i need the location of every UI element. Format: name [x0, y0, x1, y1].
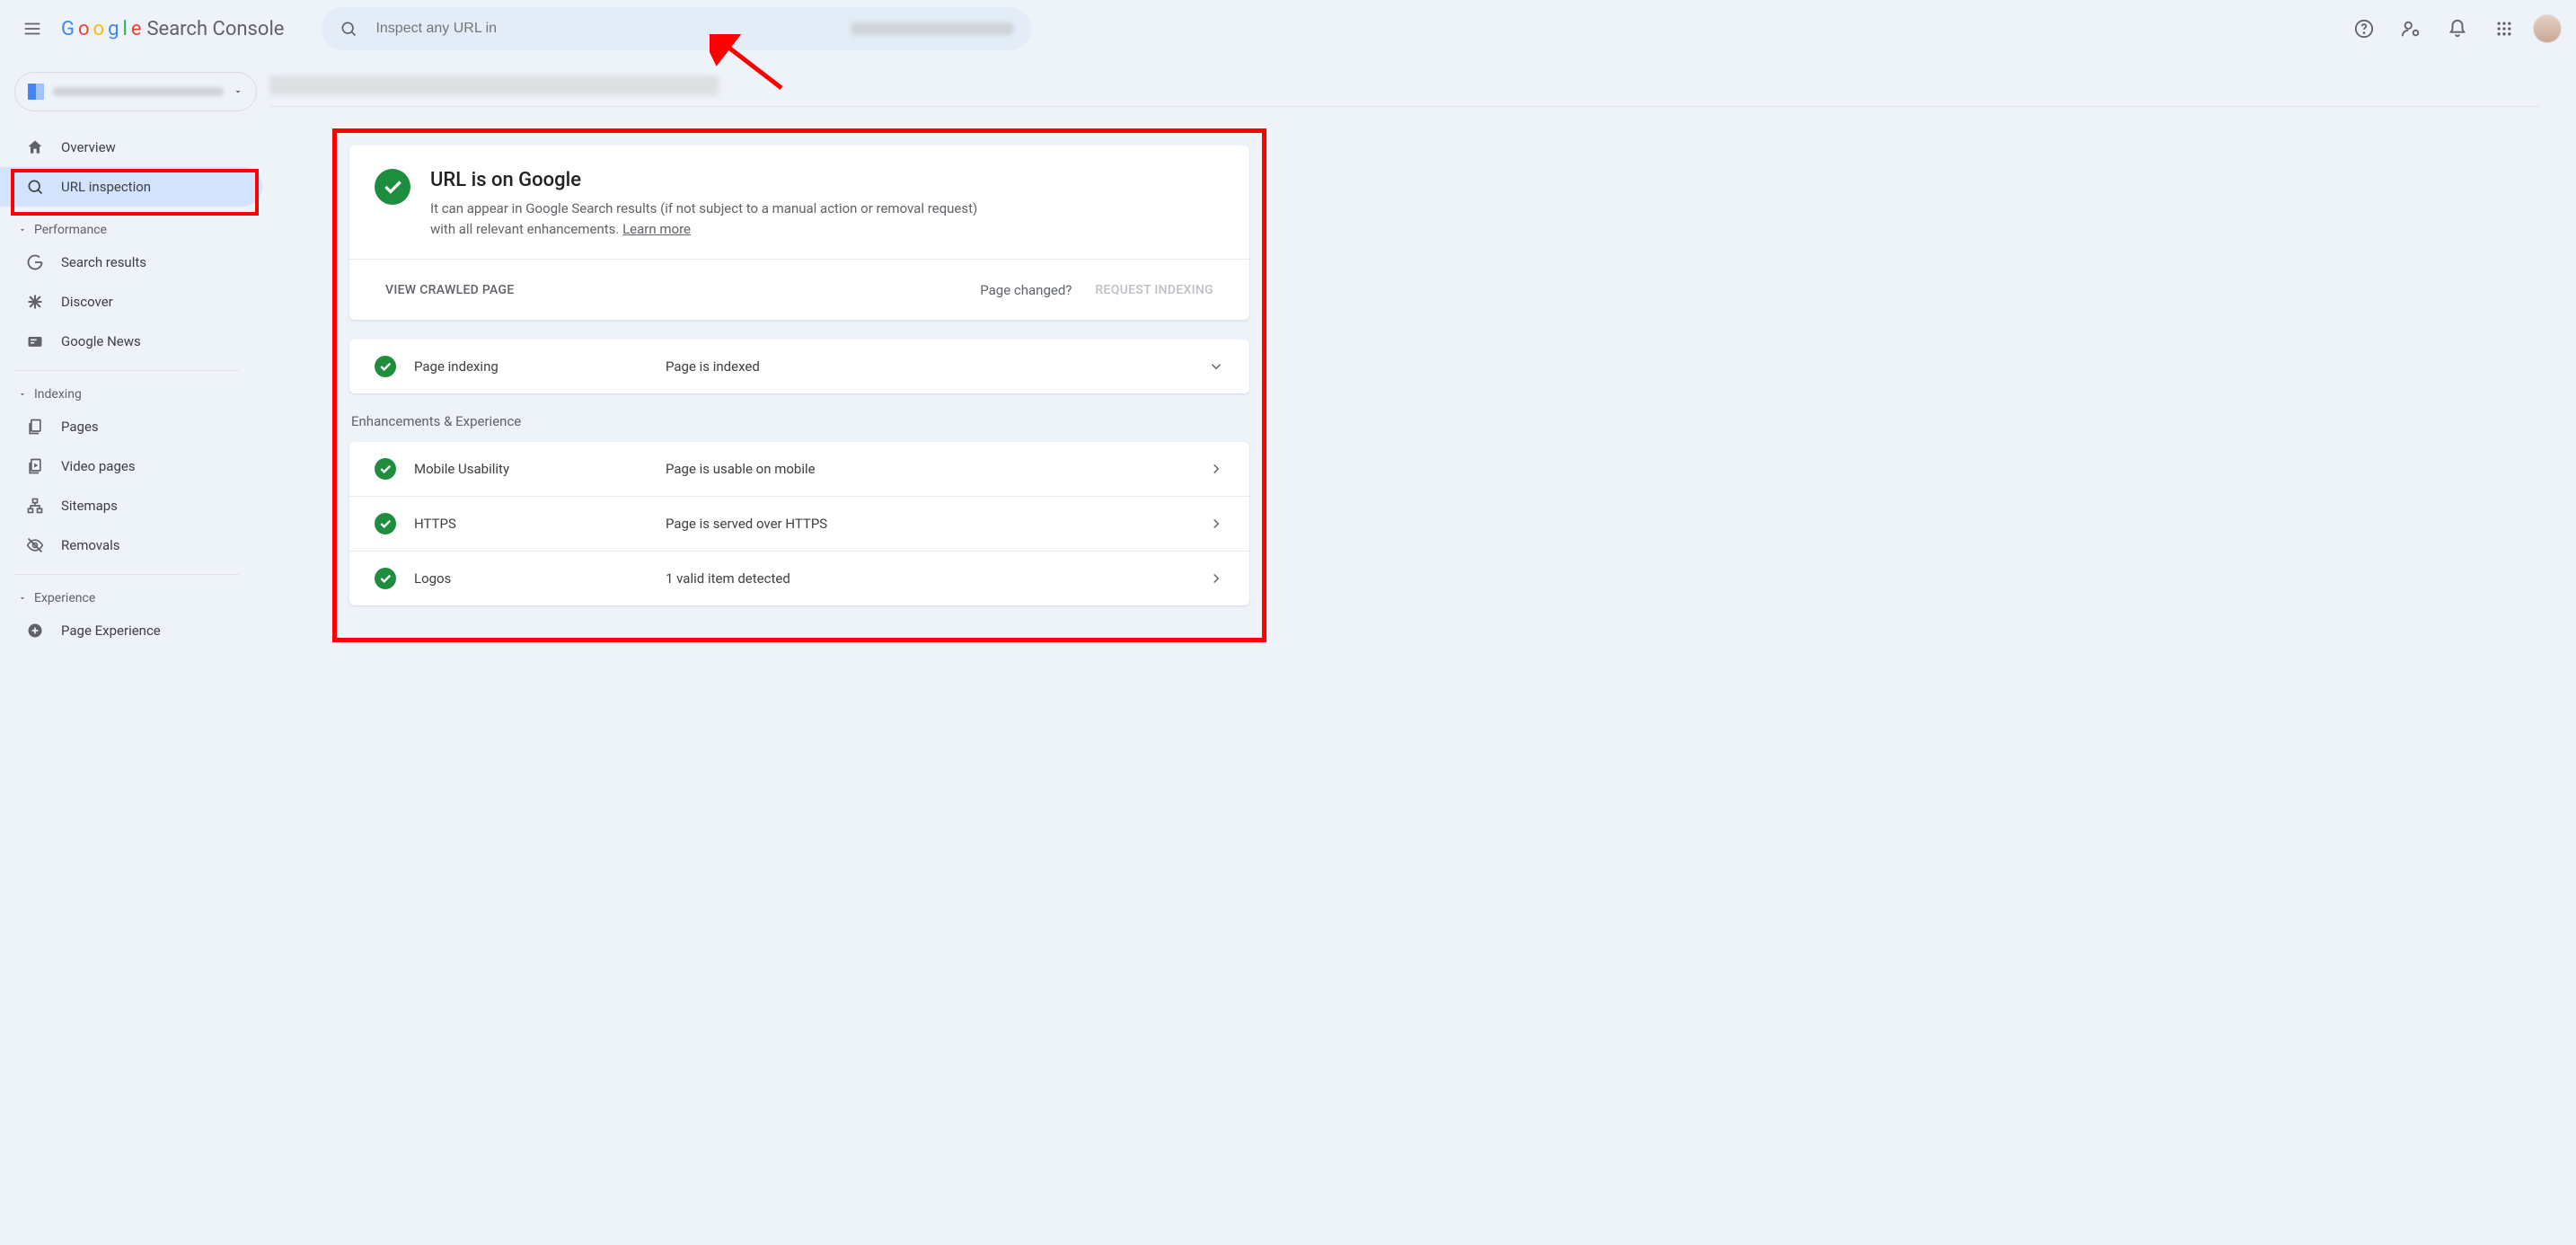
row-value: 1 valid item detected — [666, 570, 1190, 587]
status-check-icon — [375, 169, 410, 205]
section-experience[interactable]: Experience — [14, 580, 262, 611]
nav-label: Page Experience — [61, 622, 161, 639]
status-title: URL is on Google — [430, 169, 1005, 191]
nav-url-inspection[interactable]: URL inspection — [0, 167, 262, 207]
visibility-off-icon — [26, 536, 44, 554]
view-crawled-page-button[interactable]: VIEW CRAWLED PAGE — [371, 274, 529, 306]
row-label: HTTPS — [414, 516, 648, 532]
asterisk-icon — [26, 293, 44, 311]
url-search-box[interactable] — [322, 7, 1031, 50]
nav-page-experience[interactable]: Page Experience — [0, 611, 262, 650]
nav-google-news[interactable]: Google News — [0, 322, 262, 361]
check-icon — [378, 359, 393, 374]
https-row[interactable]: HTTPS Page is served over HTTPS — [349, 496, 1249, 551]
row-label: Logos — [414, 570, 648, 587]
circle-plus-icon — [26, 622, 44, 640]
request-indexing-button[interactable]: REQUEST INDEXING — [1081, 274, 1228, 306]
nav-search-results[interactable]: Search results — [0, 243, 262, 282]
status-check-icon — [375, 513, 396, 534]
search-icon — [340, 20, 357, 38]
pages-icon — [26, 418, 44, 436]
nav-label: Overview — [61, 139, 116, 155]
row-label: Page indexing — [414, 358, 648, 375]
help-button[interactable] — [2346, 11, 2382, 47]
chevron-down-icon — [1208, 358, 1224, 375]
page-indexing-card: Page indexing Page is indexed — [349, 340, 1249, 393]
status-description: It can appear in Google Search results (… — [430, 199, 1005, 239]
section-indexing[interactable]: Indexing — [14, 376, 262, 407]
chevron-right-icon — [1208, 570, 1224, 587]
page-indexing-row[interactable]: Page indexing Page is indexed — [349, 340, 1249, 393]
chevron-down-icon — [18, 390, 27, 399]
annotation-highlight-main: URL is on Google It can appear in Google… — [332, 128, 1266, 642]
status-check-icon — [375, 458, 396, 480]
nav-overview[interactable]: Overview — [0, 128, 262, 167]
app-name: Search Console — [146, 18, 284, 40]
page-changed-label: Page changed? — [980, 282, 1072, 298]
nav-label: Video pages — [61, 458, 136, 474]
redacted-property-text — [851, 22, 1013, 35]
chevron-down-icon — [233, 86, 243, 97]
sitemap-icon — [26, 497, 44, 515]
apps-button[interactable] — [2486, 11, 2522, 47]
status-check-icon — [375, 568, 396, 589]
row-label: Mobile Usability — [414, 461, 648, 477]
row-value: Page is usable on mobile — [666, 461, 1190, 477]
check-icon — [378, 571, 393, 586]
hamburger-icon — [22, 19, 42, 39]
enhancements-card: Mobile Usability Page is usable on mobil… — [349, 442, 1249, 605]
check-icon — [381, 175, 404, 199]
property-icon — [28, 84, 44, 100]
chevron-down-icon — [18, 225, 27, 234]
check-icon — [378, 517, 393, 531]
nav-pages[interactable]: Pages — [0, 407, 262, 446]
nav-label: Removals — [61, 537, 120, 553]
menu-button[interactable] — [14, 11, 50, 47]
redacted-property-name — [53, 87, 224, 96]
row-value: Page is indexed — [666, 358, 1190, 375]
nav-label: Discover — [61, 294, 113, 310]
chevron-right-icon — [1208, 461, 1224, 477]
nav-label: Google News — [61, 333, 141, 349]
account-avatar[interactable] — [2533, 14, 2562, 43]
url-status-card: URL is on Google It can appear in Google… — [349, 146, 1249, 320]
url-search-input[interactable] — [374, 20, 835, 38]
person-gear-icon — [2401, 19, 2421, 39]
video-pages-icon — [26, 457, 44, 475]
bell-icon — [2448, 19, 2467, 39]
nav-label: Search results — [61, 254, 146, 270]
nav-video-pages[interactable]: Video pages — [0, 446, 262, 486]
nav-discover[interactable]: Discover — [0, 282, 262, 322]
apps-grid-icon — [2495, 20, 2513, 38]
row-value: Page is served over HTTPS — [666, 516, 1190, 532]
search-icon — [26, 178, 44, 196]
news-icon — [26, 332, 44, 350]
redacted-url-breadcrumb — [269, 75, 719, 95]
users-settings-button[interactable] — [2393, 11, 2429, 47]
app-logo: Google Search Console — [61, 18, 284, 40]
notifications-button[interactable] — [2439, 11, 2475, 47]
home-icon — [26, 138, 44, 156]
chevron-down-icon — [18, 594, 27, 603]
chevron-right-icon — [1208, 516, 1224, 532]
mobile-usability-row[interactable]: Mobile Usability Page is usable on mobil… — [349, 442, 1249, 496]
enhancements-heading: Enhancements & Experience — [351, 413, 1249, 429]
section-performance[interactable]: Performance — [14, 212, 262, 243]
logos-row[interactable]: Logos 1 valid item detected — [349, 551, 1249, 605]
nav-removals[interactable]: Removals — [0, 525, 262, 565]
status-check-icon — [375, 356, 396, 377]
nav-sitemaps[interactable]: Sitemaps — [0, 486, 262, 525]
check-icon — [378, 462, 393, 476]
help-icon — [2354, 19, 2374, 39]
nav-label: URL inspection — [61, 179, 151, 195]
g-logo-icon — [26, 253, 44, 271]
nav-label: Sitemaps — [61, 498, 118, 514]
property-selector[interactable] — [14, 72, 257, 111]
learn-more-link[interactable]: Learn more — [622, 221, 691, 237]
nav-label: Pages — [61, 419, 99, 435]
